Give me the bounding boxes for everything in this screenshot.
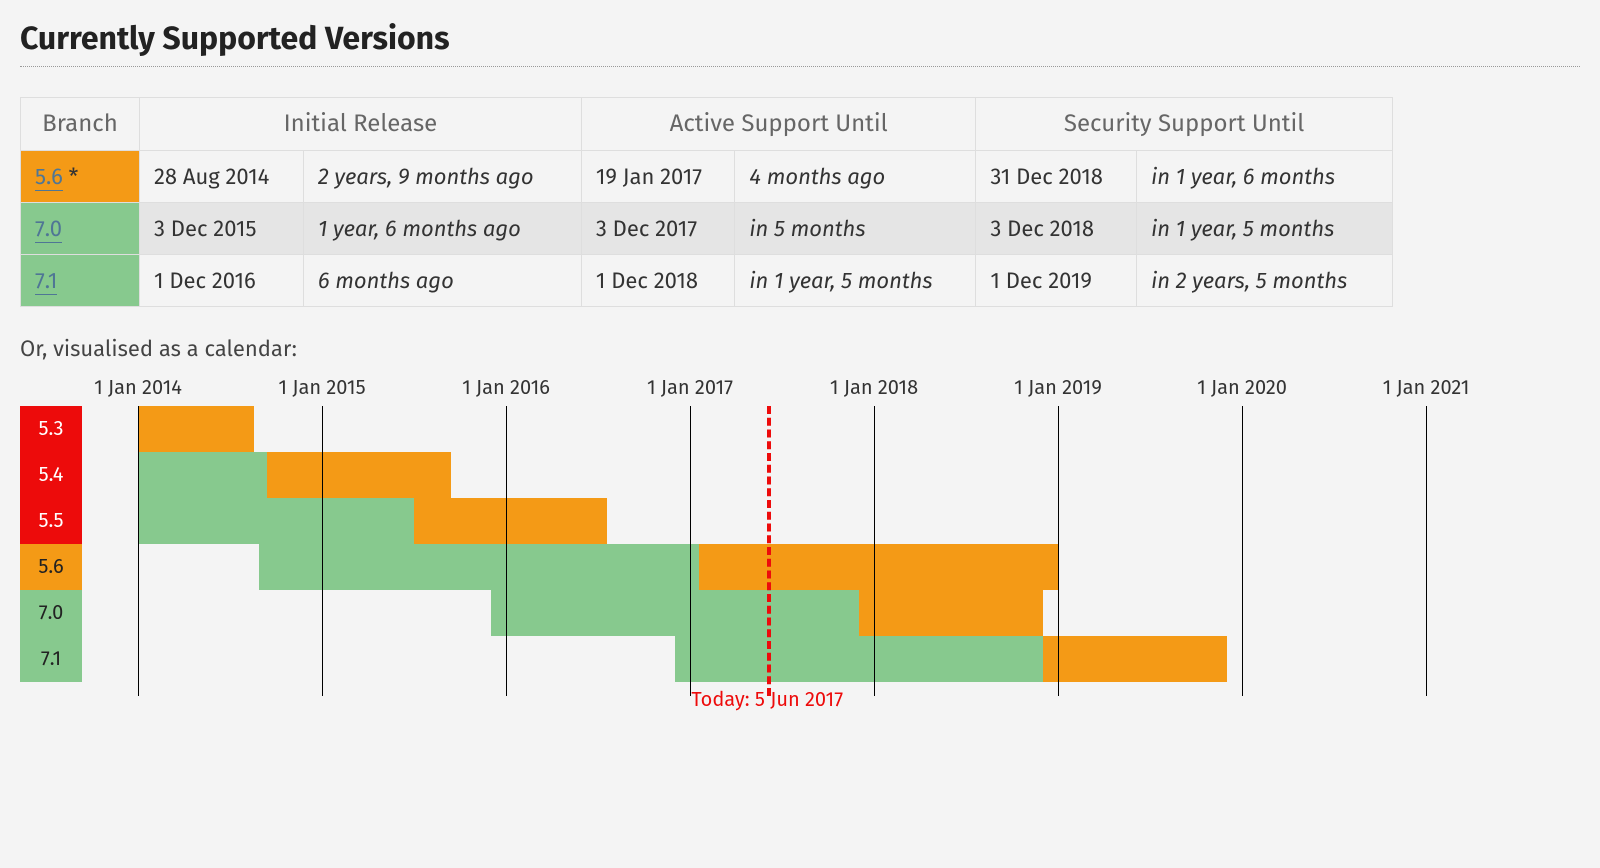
- year-label: 1 Jan 2019: [1014, 376, 1102, 400]
- relative-cell: in 1 year, 5 months: [1137, 203, 1393, 255]
- table-row: 7.1 1 Dec 20166 months ago1 Dec 2018in 1 …: [21, 255, 1393, 307]
- branch-link[interactable]: 7.1: [35, 267, 57, 295]
- branch-row-label: 5.6: [20, 544, 82, 590]
- relative-cell: 2 years, 9 months ago: [303, 151, 581, 203]
- year-gridline: [322, 406, 323, 696]
- col-initial: Initial Release: [140, 98, 582, 151]
- relative-cell: in 2 years, 5 months: [1137, 255, 1393, 307]
- year-gridline: [1426, 406, 1427, 696]
- year-label: 1 Jan 2020: [1197, 376, 1287, 400]
- year-label: 1 Jan 2017: [647, 376, 733, 400]
- support-bar: [675, 636, 1043, 682]
- col-security: Security Support Until: [976, 98, 1392, 151]
- branch-row-label: 7.0: [20, 590, 82, 636]
- year-label: 1 Jan 2016: [462, 376, 550, 400]
- relative-cell: 6 months ago: [303, 255, 581, 307]
- branch-row-label: 5.3: [20, 406, 82, 452]
- branch-row-label: 5.4: [20, 452, 82, 498]
- support-bar: [138, 452, 267, 498]
- date-cell: 28 Aug 2014: [140, 151, 304, 203]
- branch-cell: 5.6 *: [21, 151, 140, 203]
- support-bar: [699, 544, 1058, 590]
- date-cell: 3 Dec 2018: [976, 203, 1137, 255]
- support-bar: [1043, 636, 1227, 682]
- today-line: [767, 406, 771, 696]
- col-active: Active Support Until: [581, 98, 976, 151]
- date-cell: 3 Dec 2017: [581, 203, 735, 255]
- relative-cell: 1 year, 6 months ago: [303, 203, 581, 255]
- support-bar: [859, 590, 1043, 636]
- branch-cell: 7.1: [21, 255, 140, 307]
- support-bar: [138, 498, 414, 544]
- year-gridline: [138, 406, 139, 696]
- date-cell: 19 Jan 2017: [581, 151, 735, 203]
- date-cell: 1 Dec 2016: [140, 255, 304, 307]
- branch-row-label: 5.5: [20, 498, 82, 544]
- support-timeline-chart: 1 Jan 2014 1 Jan 2015 1 Jan 2016 1 Jan 2017…: [20, 376, 1560, 716]
- page-title: Currently Supported Versions: [20, 20, 1580, 58]
- support-bar: [491, 590, 859, 636]
- date-cell: 3 Dec 2015: [140, 203, 304, 255]
- date-cell: 1 Dec 2019: [976, 255, 1137, 307]
- col-branch: Branch: [21, 98, 140, 151]
- relative-cell: 4 months ago: [735, 151, 976, 203]
- relative-cell: in 5 months: [735, 203, 976, 255]
- year-gridline: [874, 406, 875, 696]
- year-label: 1 Jan 2021: [1383, 376, 1470, 400]
- branch-link[interactable]: 7.0: [35, 215, 62, 243]
- support-bar: [138, 406, 254, 452]
- year-gridline: [1058, 406, 1059, 696]
- year-gridline: [506, 406, 507, 696]
- support-bar: [259, 544, 699, 590]
- year-gridline: [1242, 406, 1243, 696]
- branch-cell: 7.0: [21, 203, 140, 255]
- year-label: 1 Jan 2014: [94, 376, 182, 400]
- support-bar: [267, 452, 451, 498]
- versions-table: Branch Initial Release Active Support Un…: [20, 97, 1393, 307]
- date-cell: 1 Dec 2018: [581, 255, 735, 307]
- divider: [20, 66, 1580, 67]
- date-cell: 31 Dec 2018: [976, 151, 1137, 203]
- table-row: 5.6 *28 Aug 20142 years, 9 months ago19 …: [21, 151, 1393, 203]
- chart-caption: Or, visualised as a calendar:: [20, 335, 1580, 362]
- branch-row-label: 7.1: [20, 636, 82, 682]
- year-label: 1 Jan 2015: [278, 376, 365, 400]
- relative-cell: in 1 year, 6 months: [1137, 151, 1393, 203]
- table-row: 7.03 Dec 20151 year, 6 months ago3 Dec 2…: [21, 203, 1393, 255]
- branch-link[interactable]: 5.6: [35, 163, 63, 191]
- relative-cell: in 1 year, 5 months: [735, 255, 976, 307]
- year-gridline: [690, 406, 691, 696]
- support-bar: [414, 498, 607, 544]
- year-label: 1 Jan 2018: [830, 376, 918, 400]
